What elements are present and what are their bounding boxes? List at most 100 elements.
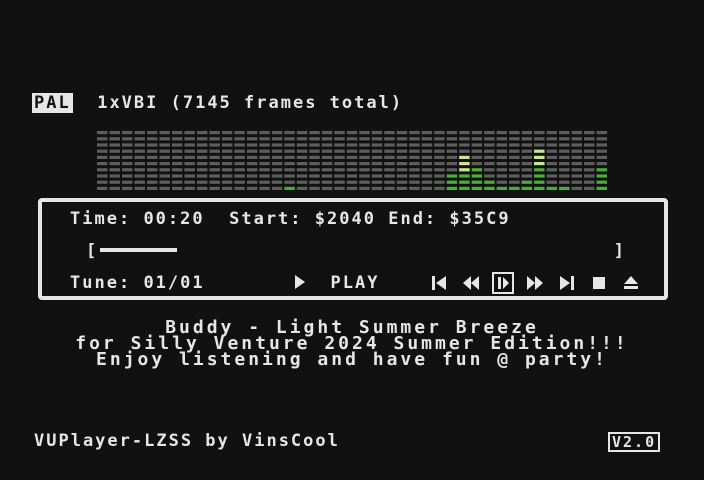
progress-track[interactable] [100,248,612,252]
vu-segment [596,155,607,159]
vu-segment [559,186,570,190]
vu-segment [159,180,170,184]
vu-segment [334,155,345,159]
vu-segment [171,162,183,166]
vu-segment [596,137,607,141]
vu-segment [221,149,233,153]
vu-segment [409,155,420,159]
vu-segment [234,149,245,153]
vu-segment [571,168,583,172]
vu-segment [496,143,508,147]
vu-segment [321,168,333,172]
vu-segment [121,174,133,178]
rewind-icon[interactable] [462,274,480,292]
vu-segment [534,143,545,147]
vu-segment [159,149,170,153]
skip-to-end-icon[interactable] [558,274,576,292]
pause-icon[interactable] [492,272,514,294]
vu-segment [271,149,283,153]
vu-segment [221,186,233,190]
vu-segment [134,149,145,153]
progress-bar[interactable]: [ ] [86,242,626,260]
vu-segment [134,143,145,147]
vu-segment [134,137,145,141]
vu-segment [396,143,408,147]
progress-fill [100,248,177,252]
vu-segment [271,180,283,184]
vu-segment [421,186,433,190]
vu-segment [184,143,195,147]
vu-segment [409,137,420,141]
fast-forward-icon[interactable] [526,274,544,292]
vu-segment [359,149,370,153]
vu-segment [321,155,333,159]
vu-segment [196,137,208,141]
app-credit: VUPlayer-LZSS by VinsCool [34,431,340,451]
vu-segment [446,143,458,147]
vu-segment [159,186,170,190]
vu-segment [184,155,195,159]
vu-segment [509,162,520,166]
header-info: PAL 1xVBI (7145 frames total) [32,93,403,113]
end-label: End: [388,209,438,229]
vu-segment [584,174,595,178]
vu-segment [484,174,495,178]
vu-segment [109,155,120,159]
vu-segment [171,131,183,135]
vu-segment [534,155,545,159]
vu-segment [509,168,520,172]
vu-segment [471,168,483,172]
stop-icon[interactable] [590,274,608,292]
vu-segment [221,162,233,166]
vu-segment [296,137,308,141]
vu-segment [121,180,133,184]
vu-segment [259,180,270,184]
vu-segment [334,186,345,190]
vu-segment [134,186,145,190]
vu-segment [146,137,158,141]
vu-segment [471,143,483,147]
vu-segment [471,180,483,184]
vu-segment [321,174,333,178]
vu-segment [434,162,445,166]
vu-segment [146,180,158,184]
vu-segment [146,168,158,172]
vu-segment [109,143,120,147]
vu-segment [534,174,545,178]
vu-segment [421,149,433,153]
vu-segment [171,149,183,153]
vu-segment [559,149,570,153]
eject-icon[interactable] [622,274,640,292]
vu-segment [346,186,358,190]
vu-segment [97,162,108,166]
vu-segment [209,131,220,135]
vu-segment [109,137,120,141]
vu-segment [259,162,270,166]
skip-to-start-icon[interactable] [430,274,448,292]
vu-segment [434,143,445,147]
vu-segment [459,174,470,178]
vu-segment [384,131,395,135]
vu-segment [459,162,470,166]
vu-segment [97,137,108,141]
vu-segment [459,137,470,141]
vu-segment [421,174,433,178]
vu-segment [259,168,270,172]
vu-segment [196,162,208,166]
vu-segment [109,131,120,135]
vu-segment [171,174,183,178]
play-button[interactable]: PLAY [294,274,379,292]
vu-segment [409,131,420,135]
vu-segment [284,174,295,178]
vu-segment [596,143,607,147]
vu-segment [409,186,420,190]
vu-segment [109,168,120,172]
vu-segment [484,131,495,135]
vu-segment [384,180,395,184]
vu-segment [446,180,458,184]
vu-segment [346,131,358,135]
vu-segment [409,168,420,172]
vu-segment [571,137,583,141]
vu-segment [109,174,120,178]
vu-segment [471,137,483,141]
